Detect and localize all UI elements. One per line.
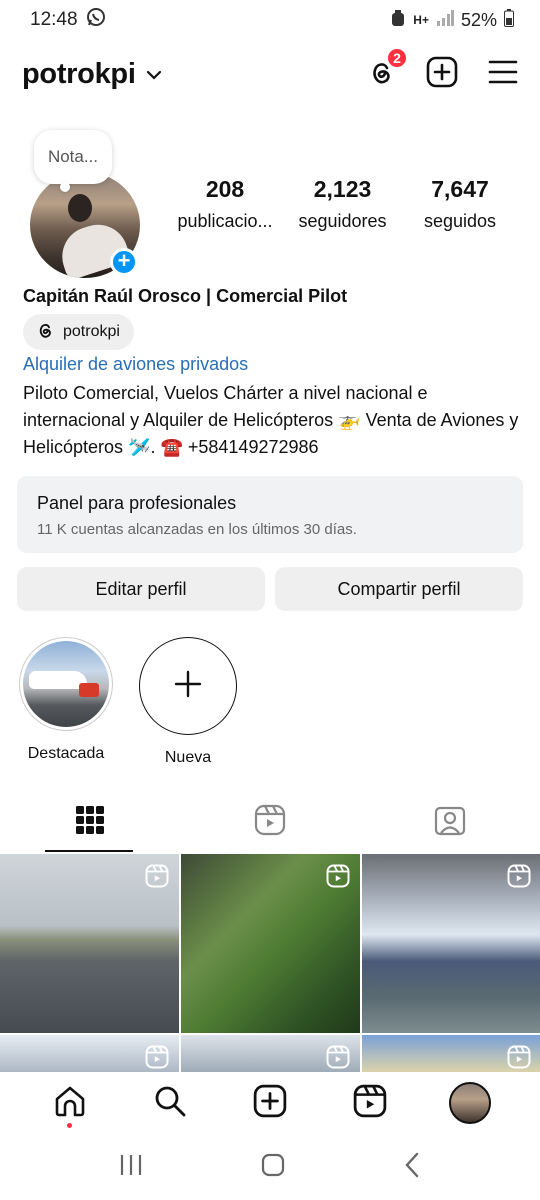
profile-full-name: Capitán Raúl Orosco | Comercial Pilot — [23, 286, 348, 306]
profile-avatar-icon — [449, 1082, 491, 1124]
threads-handle: potrokpi — [63, 323, 120, 340]
stat-value: 208 — [205, 176, 245, 202]
whatsapp-icon — [86, 7, 106, 33]
tab-tagged[interactable] — [360, 792, 540, 852]
reel-indicator-icon — [326, 1045, 350, 1074]
reels-icon — [353, 1084, 387, 1123]
threads-profile-link[interactable]: potrokpi — [23, 314, 134, 350]
battery-text: 52% — [460, 9, 497, 30]
grid-post[interactable] — [362, 854, 540, 1033]
story-highlights: Destacada Nueva — [18, 637, 237, 767]
stat-label: seguidos — [423, 211, 497, 231]
stat-following[interactable]: 7,647 seguidos — [405, 176, 515, 232]
grid-post[interactable] — [181, 854, 360, 1033]
nav-reels[interactable] — [340, 1078, 400, 1128]
chevron-down-icon[interactable] — [146, 67, 162, 85]
profile-tabs — [0, 792, 540, 852]
add-post-icon — [253, 1084, 287, 1123]
profile-stats: 208 publicacio... 2,123 seguidores 7,647… — [170, 176, 515, 232]
menu-icon[interactable] — [488, 59, 518, 90]
nav-home[interactable] — [40, 1078, 100, 1128]
nav-search[interactable] — [140, 1078, 200, 1128]
grid-post[interactable] — [0, 1035, 179, 1075]
tagged-user-icon — [434, 804, 466, 841]
stat-value: 2,123 — [313, 176, 372, 202]
highlight-label: Nueva — [164, 749, 212, 766]
highlight-cover — [23, 641, 109, 727]
threads-button[interactable]: 2 — [366, 46, 408, 92]
reel-indicator-icon — [145, 1045, 169, 1074]
avatar-photo-head — [68, 194, 92, 222]
home-system-icon[interactable] — [260, 1152, 286, 1183]
threads-icon — [35, 320, 55, 345]
tab-reels[interactable] — [180, 792, 360, 852]
highlight-label: Destacada — [27, 745, 105, 762]
reel-indicator-icon — [507, 1045, 531, 1074]
notification-dot — [67, 1123, 72, 1128]
dashboard-subtitle: 11 K cuentas alcanzadas en los últimos 3… — [37, 521, 357, 538]
signal-icon — [436, 9, 454, 31]
grid-post[interactable] — [0, 854, 179, 1033]
nav-create[interactable] — [240, 1078, 300, 1128]
profile-header: potrokpi 2 — [0, 46, 540, 100]
search-icon — [153, 1084, 187, 1123]
threads-badge: 2 — [386, 46, 408, 69]
edit-profile-button[interactable]: Editar perfil — [17, 567, 265, 611]
dashboard-title: Panel para profesionales — [37, 493, 237, 513]
create-button[interactable] — [426, 56, 458, 93]
recent-apps-icon[interactable] — [118, 1153, 144, 1182]
status-time: 12:48 — [30, 9, 78, 30]
note-placeholder: Nota... — [47, 147, 99, 166]
tab-posts-grid[interactable] — [0, 792, 180, 852]
stat-followers[interactable]: 2,123 seguidores — [288, 176, 398, 232]
posts-grid — [0, 854, 540, 1075]
grid-post[interactable] — [362, 1035, 540, 1075]
reel-indicator-icon — [145, 864, 169, 893]
reel-indicator-icon — [326, 864, 350, 893]
reels-icon — [254, 804, 286, 841]
note-bubble[interactable]: Nota... — [34, 130, 112, 192]
grid-icon — [75, 805, 105, 840]
highlight-item[interactable]: Destacada — [18, 637, 114, 767]
nav-profile[interactable] — [440, 1078, 500, 1128]
status-bar: 12:48 H+ 52% — [0, 0, 540, 40]
alarm-icon — [390, 9, 406, 32]
profile-category[interactable]: Alquiler de aviones privados — [23, 354, 248, 375]
new-highlight-button[interactable]: Nueva — [139, 637, 237, 767]
plus-icon — [173, 669, 203, 704]
system-navigation — [0, 1134, 540, 1200]
network-type: H+ — [413, 13, 429, 27]
home-icon — [53, 1084, 87, 1123]
battery-icon — [504, 8, 514, 32]
share-profile-button[interactable]: Compartir perfil — [275, 567, 523, 611]
reel-indicator-icon — [507, 864, 531, 893]
back-icon[interactable] — [402, 1152, 422, 1183]
profile-actions: Editar perfil Compartir perfil — [17, 567, 523, 611]
professional-dashboard[interactable]: Panel para profesionales 11 K cuentas al… — [17, 476, 523, 553]
profile-bio: Piloto Comercial, Vuelos Chárter a nivel… — [23, 383, 519, 457]
highlight-ring — [19, 637, 113, 731]
grid-post[interactable] — [181, 1035, 360, 1075]
stat-posts[interactable]: 208 publicacio... — [170, 176, 280, 232]
tug-shape — [79, 683, 99, 697]
stat-label: publicacio... — [177, 211, 273, 231]
new-highlight-ring — [139, 637, 237, 735]
stat-value: 7,647 — [431, 176, 489, 202]
bottom-navigation — [0, 1072, 540, 1134]
add-story-button[interactable]: + — [110, 248, 138, 276]
stat-label: seguidores — [298, 211, 387, 231]
username-switcher[interactable]: potrokpi — [22, 58, 136, 91]
